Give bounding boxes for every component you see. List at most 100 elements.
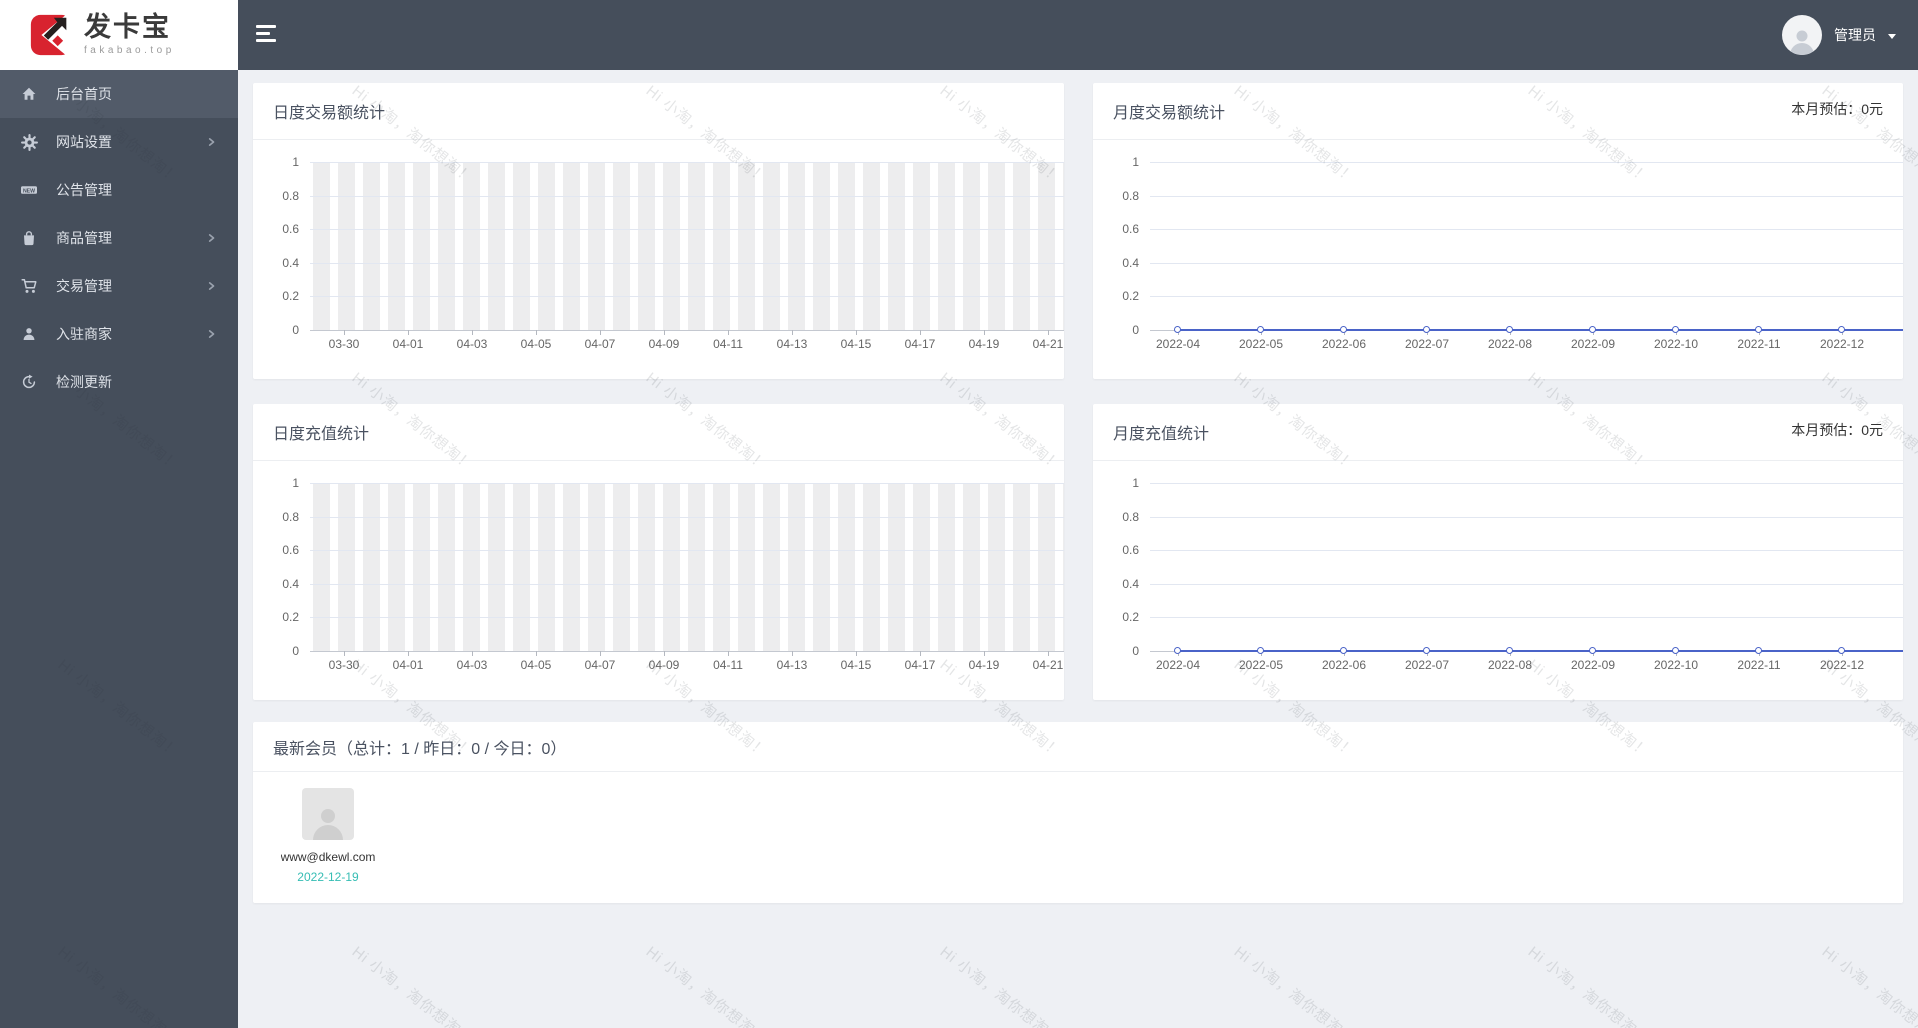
x-tick-label: 04-09 [648,658,680,672]
chart-band [1013,483,1030,651]
monthly-recharge-chart: 0 0.2 0.4 0.6 0.8 1 2022-04 2022-05 2022-06 2022-… [1093,461,1903,700]
chart-band [338,483,355,651]
axis-tick [472,651,473,656]
chart-band [438,162,455,330]
svg-text:NEW: NEW [23,188,35,194]
x-tick-label: 2022-05 [1238,658,1284,672]
x-tick-label: 2022-10 [1653,658,1699,672]
x-tick-label: 04-07 [584,337,616,351]
x-tick-label: 04-05 [520,658,552,672]
x-tick-label: 2022-12 [1819,658,1865,672]
chart-band [738,483,755,651]
chart-band [638,483,655,651]
x-tick-label: 2022-08 [1487,337,1533,351]
data-point-marker [1837,325,1845,333]
grid-line [310,483,1064,484]
x-tick-label: 04-19 [968,337,1000,351]
chart-band [813,162,830,330]
y-tick-label: 0.2 [282,289,299,304]
update-icon [20,374,38,390]
x-tick-label: 2022-12 [1819,337,1865,351]
sidebar-item-0[interactable]: 后台首页 [0,70,238,118]
grid-line [310,583,1064,585]
chart-band [513,483,530,651]
axis-tick [920,651,921,656]
axis-tick [984,651,985,656]
chart-band [838,483,855,651]
axis-tick [408,651,409,656]
y-tick-label: 0.2 [282,610,299,625]
data-point-marker [1505,646,1513,654]
grid-line [1150,296,1903,298]
y-tick-label: 0 [1132,323,1139,337]
member-card[interactable]: www@dkewl.com 2022-12-19 [275,788,381,903]
data-point-marker [1422,646,1430,654]
chart-band [988,483,1005,651]
chart-band [363,483,380,651]
grid-line [310,516,1064,518]
sidebar-item-label: 网站设置 [56,134,112,150]
x-tick-label: 2022-10 [1653,337,1699,351]
chevron-down-icon [1888,33,1896,39]
axis-tick [408,330,409,335]
x-tick-label: 04-17 [904,337,936,351]
x-tick-label: 2022-05 [1238,337,1284,351]
x-tick-label: 04-21 [1032,658,1064,672]
user-avatar[interactable] [1782,15,1822,55]
x-tick-label: 2022-06 [1321,658,1367,672]
person-silhouette-icon [313,809,343,840]
chevron-right-icon [206,137,216,147]
axis-tick [536,330,537,335]
member-register-date: 2022-12-19 [297,870,359,884]
sidebar-item-2[interactable]: NEW 公告管理 [0,166,238,214]
user-menu[interactable]: 管理员 [1782,0,1896,70]
y-tick-label: 0.4 [282,576,299,591]
grid-line [310,550,1064,552]
chevron-right-icon [206,233,216,243]
x-axis-line [310,651,1064,652]
brand-logo[interactable]: 发卡宝 fakabao.top [0,0,238,70]
chart-band [888,162,905,330]
chart-band [688,483,705,651]
y-tick-label: 0.6 [1122,543,1139,558]
chart-band [1013,162,1030,330]
panel-header: 月度充值统计 本月预估：0元 [1093,404,1903,461]
chart-band [663,162,680,330]
sidebar-toggle-button[interactable] [256,25,278,45]
x-tick-label: 2022-07 [1404,658,1450,672]
x-tick-label: 2022-08 [1487,658,1533,672]
chart-band [613,162,630,330]
x-axis-line [310,330,1064,331]
data-point-marker [1505,325,1513,333]
home-icon [20,86,38,102]
member-list: www@dkewl.com 2022-12-19 [253,772,1903,903]
x-tick-label: 03-30 [328,658,360,672]
sidebar-item-3[interactable]: 商品管理 [0,214,238,262]
sidebar-item-1[interactable]: 网站设置 [0,118,238,166]
sidebar-item-6[interactable]: 检测更新 [0,358,238,406]
grid-line [1150,617,1903,619]
top-bar: 管理员 [238,0,1918,70]
data-point-marker [1754,325,1762,333]
x-tick-label: 04-13 [776,658,808,672]
panel-header: 日度交易额统计 [253,83,1064,140]
axis-tick [472,330,473,335]
sidebar-item-4[interactable]: 交易管理 [0,262,238,310]
chevron-right-icon [206,329,216,339]
y-tick-label: 0.8 [282,188,299,203]
grid-line [310,229,1064,231]
axis-tick [728,651,729,656]
chart-band [688,162,705,330]
chart-band [563,162,580,330]
grid-line [1150,550,1903,552]
person-silhouette-icon [1790,30,1814,55]
sidebar-item-5[interactable]: 入驻商家 [0,310,238,358]
monthly-trade-chart: 0 0.2 0.4 0.6 0.8 1 2022-04 2022-05 2022-06 2022-… [1093,140,1903,379]
panel-title: 月度交易额统计 [1113,105,1226,122]
chart-band [563,483,580,651]
panel-monthly-trade: 月度交易额统计 本月预估：0元 0 0.2 0.4 0.6 0.8 1 2022-04 202… [1093,83,1903,379]
data-point-marker [1754,646,1762,654]
x-tick-label: 04-03 [456,337,488,351]
x-tick-label: 2022-09 [1570,337,1616,351]
daily-recharge-chart: 0 0.2 0.4 0.6 0.8 1 03-30 04-01 04-03 04-05 04-07 0… [253,461,1064,700]
